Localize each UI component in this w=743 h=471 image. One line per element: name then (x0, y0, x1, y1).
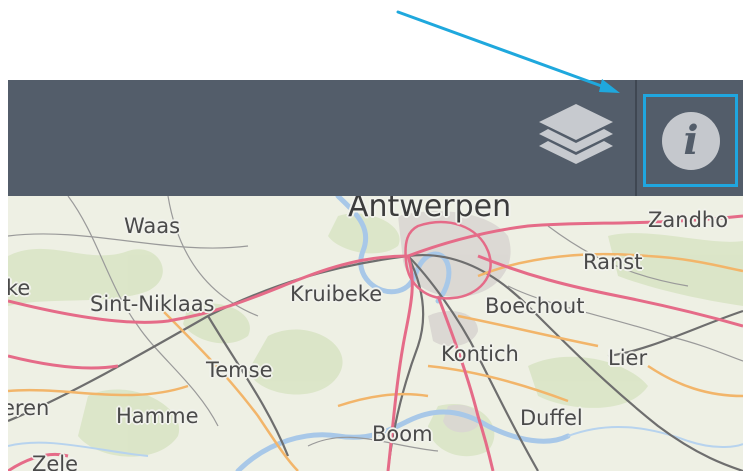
place-label-kontich: Kontich (441, 342, 519, 366)
map-view[interactable]: Waas Antwerpen Zandho Ranst ke Sint-Nikl… (8, 196, 743, 471)
place-label-duffel: Duffel (520, 406, 583, 430)
place-label-ke: ke (8, 276, 31, 300)
place-label-lier: Lier (608, 346, 648, 370)
place-label-ranst: Ranst (583, 250, 643, 274)
map-toolbar (8, 80, 743, 196)
place-label-sint-niklaas: Sint-Niklaas (90, 292, 215, 316)
layers-button[interactable] (533, 100, 619, 178)
place-label-zandhoven: Zandho (648, 208, 729, 232)
info-button[interactable]: i (643, 94, 738, 187)
toolbar-divider (635, 80, 637, 196)
place-label-kruibeke: Kruibeke (290, 282, 383, 306)
place-label-zele: Zele (32, 452, 79, 471)
layers-icon (539, 104, 613, 164)
place-label-antwerpen: Antwerpen (348, 196, 512, 224)
place-label-beveren: eren (8, 396, 50, 420)
place-label-hamme: Hamme (116, 404, 199, 428)
place-label-boom: Boom (372, 422, 433, 446)
place-label-boechout: Boechout (485, 294, 585, 318)
place-label-temse: Temse (206, 358, 273, 382)
place-label-sint-gillis-waas: Waas (124, 214, 181, 238)
info-icon: i (662, 112, 720, 170)
screenshot-stage: Waas Antwerpen Zandho Ranst ke Sint-Nikl… (0, 0, 743, 471)
